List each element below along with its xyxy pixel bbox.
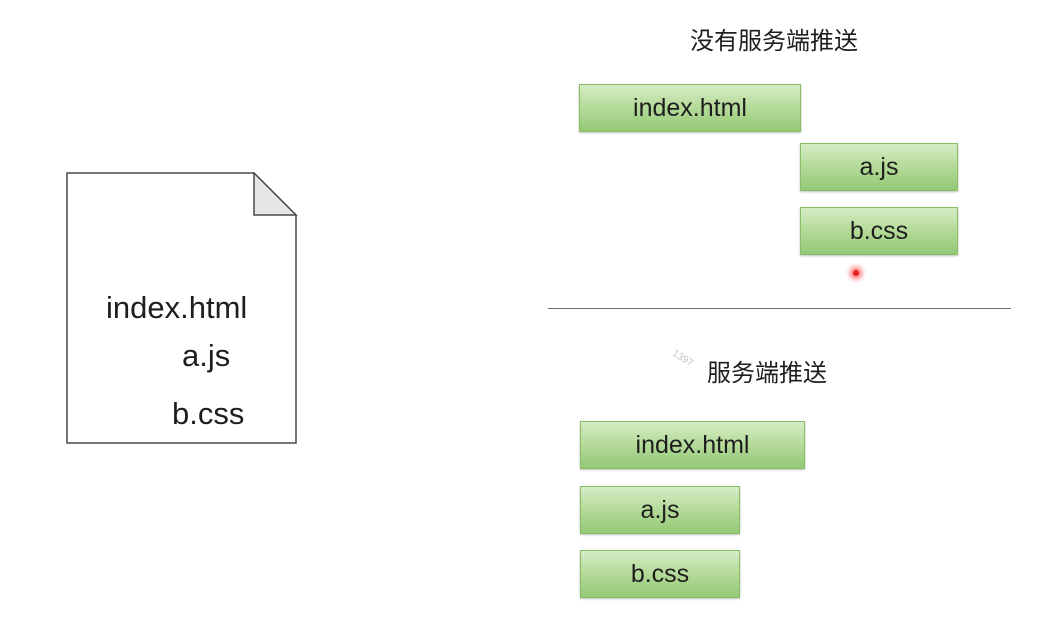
document-icon: index.html a.js b.css	[66, 172, 298, 444]
push-title: 服务端推送	[707, 359, 827, 387]
cursor-pointer-dot	[851, 268, 861, 278]
document-line-css: b.css	[172, 396, 245, 431]
section-divider	[548, 308, 1011, 309]
watermark-text: 1397	[670, 348, 695, 370]
push-box-b-css: b.css	[580, 550, 740, 598]
folded-corner	[253, 172, 298, 216]
push-box-index-html: index.html	[580, 421, 805, 469]
no-push-box-index-html: index.html	[579, 84, 801, 132]
document-line-js: a.js	[182, 338, 231, 373]
no-push-title: 没有服务端推送	[690, 27, 858, 55]
no-push-box-a-js: a.js	[800, 143, 958, 191]
push-box-a-js: a.js	[580, 486, 740, 534]
no-push-box-b-css: b.css	[800, 207, 958, 255]
document-line-html: index.html	[106, 290, 248, 325]
